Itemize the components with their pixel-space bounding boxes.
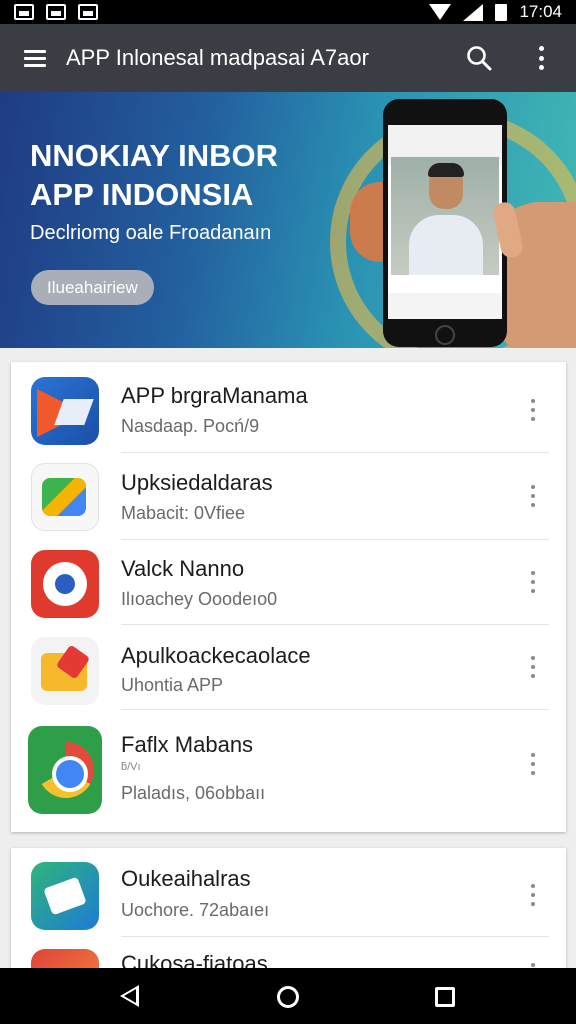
item-more-icon[interactable]: [528, 399, 538, 421]
app-extra-label: ƃ/Vı: [121, 761, 141, 773]
overflow-menu-icon[interactable]: [536, 46, 546, 70]
list-item[interactable]: APP brgraManama Nasdaap. Pocń/9: [11, 362, 566, 452]
navigation-bar: [0, 968, 576, 1024]
app-subtitle: Plaladıs, 06obbaıı: [121, 783, 266, 803]
app-name: Upksiedaldaras: [121, 470, 273, 495]
banner-button[interactable]: Ilueahairiew: [31, 270, 154, 305]
item-more-icon[interactable]: [528, 656, 538, 678]
app-list-card: APP brgraManama Nasdaap. Pocń/9 Upksieda…: [11, 362, 566, 832]
promo-banner[interactable]: NNOKIAY INBOR APP INDONSIA Declriomg oal…: [0, 92, 576, 348]
menu-icon[interactable]: [24, 49, 46, 67]
app-subtitle: Nasdaap. Pocń/9: [121, 416, 260, 436]
app-bar: APP Inlonesal madpasai A7aor: [0, 24, 576, 92]
banner-subtitle: Declriomg oale Froadanaın: [30, 222, 272, 244]
item-more-icon[interactable]: [528, 571, 538, 593]
status-bar: 17:04: [0, 0, 576, 24]
app-name: APP brgraManama: [121, 383, 308, 408]
app-name: Oukeaihalras: [121, 866, 251, 891]
recent-apps-icon[interactable]: [435, 987, 455, 1007]
app-name: Valck Nanno: [121, 556, 245, 581]
clock: 17:04: [519, 2, 562, 21]
app-subtitle: Mabacit: 0Vfiee: [121, 503, 246, 523]
app-icon-blue-arrow: [31, 377, 99, 445]
back-icon[interactable]: [120, 985, 139, 1007]
phone-illustration: [383, 99, 507, 347]
file-notification-icon: [78, 4, 98, 20]
app-icon-teal-house: [31, 862, 99, 930]
app-list-card: Oukeaihalras Uochore. 72abaıeı Cukosa-fi…: [11, 848, 566, 978]
banner-title: NNOKIAY INBOR APP INDONSIA: [30, 138, 279, 212]
wifi-icon: [429, 4, 452, 20]
list-item[interactable]: Faflx Mabans ƃ/Vı Plaladıs, 06obbaıı: [11, 710, 566, 830]
list-item[interactable]: Upksiedaldaras Mabacit: 0Vfiee: [11, 453, 566, 539]
app-subtitle: Uhontia APP: [121, 675, 224, 695]
battery-icon: [495, 3, 508, 21]
app-name: Faflx Mabans: [121, 732, 254, 757]
item-more-icon[interactable]: [528, 753, 538, 775]
signal-icon: [463, 3, 484, 21]
item-more-icon[interactable]: [528, 485, 538, 507]
gallery-notification-icon: [14, 4, 34, 20]
home-icon[interactable]: [277, 986, 299, 1008]
app-icon-chrome: [28, 726, 102, 814]
search-icon[interactable]: [466, 45, 492, 71]
photo-notification-icon: [46, 4, 66, 20]
list-item[interactable]: Apulkoackecaolace Uhontia APP: [11, 625, 566, 709]
app-title: APP Inlonesal madpasai A7aor: [66, 45, 369, 70]
app-icon-green-tile: [31, 463, 99, 531]
app-subtitle: Ilıoachey Ooodeıo0: [121, 589, 278, 609]
item-more-icon[interactable]: [528, 884, 538, 906]
app-name: Apulkoackecaolace: [121, 643, 311, 668]
list-item[interactable]: Oukeaihalras Uochore. 72abaıeı: [11, 848, 566, 936]
app-icon-yellow-tag: [31, 637, 99, 705]
app-subtitle: Uochore. 72abaıeı: [121, 900, 270, 920]
list-item[interactable]: Valck Nanno Ilıoachey Ooodeıo0: [11, 540, 566, 624]
app-icon-red-target: [31, 550, 99, 618]
